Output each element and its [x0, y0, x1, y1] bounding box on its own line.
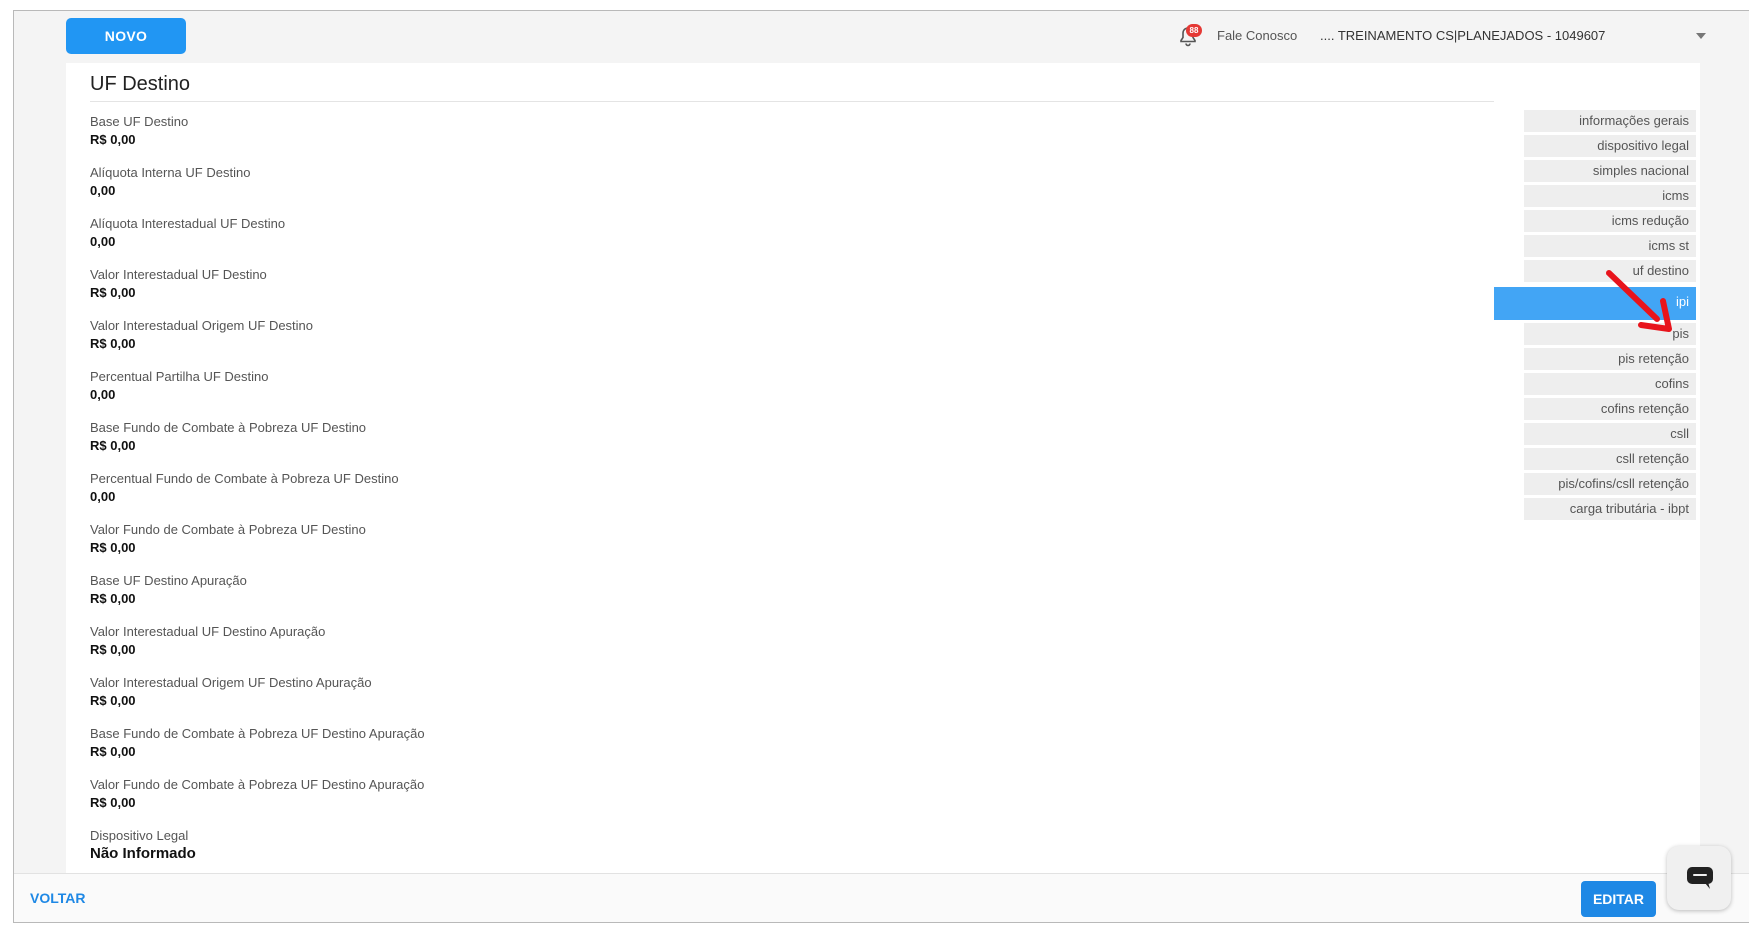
top-bar: NOVO 88 Fale Conosco .... TREINAMENTO CS…	[14, 11, 1749, 63]
field-value: R$ 0,00	[90, 540, 136, 555]
field-label: Base Fundo de Combate à Pobreza UF Desti…	[90, 420, 367, 435]
field-item: Valor Interestadual UF Destino Apuração R…	[90, 623, 425, 674]
field-label: Base UF Destino	[90, 114, 189, 129]
edit-button[interactable]: EDITAR	[1581, 881, 1656, 917]
field-label: Alíquota Interestadual UF Destino	[90, 216, 286, 231]
field-label: Dispositivo Legal	[90, 828, 189, 843]
field-label: Valor Interestadual Origem UF Destino	[90, 318, 314, 333]
field-item: Percentual Fundo de Combate à Pobreza UF…	[90, 470, 425, 521]
divider	[90, 101, 1494, 102]
field-item: Base Fundo de Combate à Pobreza UF Desti…	[90, 725, 425, 776]
field-label: Valor Interestadual UF Destino	[90, 267, 267, 282]
field-value: Não Informado	[90, 845, 196, 862]
field-label: Valor Interestadual Origem UF Destino Ap…	[90, 675, 372, 690]
field-item: Valor Fundo de Combate à Pobreza UF Dest…	[90, 776, 425, 827]
field-item: Valor Interestadual Origem UF Destino R$ …	[90, 317, 425, 368]
field-label: Base UF Destino Apuração	[90, 573, 247, 588]
field-item: Percentual Partilha UF Destino 0,00	[90, 368, 425, 419]
field-list: Base UF Destino R$ 0,00 Alíquota Interna U…	[90, 113, 425, 878]
nav-item-icms-redu-o[interactable]: icms redução	[1524, 210, 1696, 235]
field-item: Valor Fundo de Combate à Pobreza UF Dest…	[90, 521, 425, 572]
field-value: R$ 0,00	[90, 642, 136, 657]
field-value: R$ 0,00	[90, 795, 136, 810]
field-value: R$ 0,00	[90, 132, 136, 147]
chevron-down-icon[interactable]	[1696, 33, 1706, 39]
field-label: Percentual Fundo de Combate à Pobreza UF…	[90, 471, 399, 486]
field-item: Valor Interestadual UF Destino R$ 0,00	[90, 266, 425, 317]
field-item: Valor Interestadual Origem UF Destino Ap…	[90, 674, 425, 725]
footer-bar: VOLTAR EDITAR	[14, 873, 1749, 922]
field-value: 0,00	[90, 387, 116, 402]
contact-link[interactable]: Fale Conosco	[1217, 28, 1297, 43]
app-window: NOVO 88 Fale Conosco .... TREINAMENTO CS…	[13, 10, 1749, 923]
field-item: Alíquota Interna UF Destino 0,00	[90, 164, 425, 215]
nav-item-cofins-reten-o[interactable]: cofins retenção	[1524, 398, 1696, 423]
nav-item-csll[interactable]: csll	[1524, 423, 1696, 448]
field-value: R$ 0,00	[90, 285, 136, 300]
nav-item-carga-tribut-ria-ibpt[interactable]: carga tributária - ibpt	[1524, 498, 1696, 523]
detail-panel: UF Destino Base UF Destino R$ 0,00 Alíquot…	[66, 63, 1700, 883]
nav-item-pis-reten-o[interactable]: pis retenção	[1524, 348, 1696, 373]
nav-item-simples-nacional[interactable]: simples nacional	[1524, 160, 1696, 185]
field-label: Base Fundo de Combate à Pobreza UF Desti…	[90, 726, 425, 741]
nav-item-icms-st[interactable]: icms st	[1524, 235, 1696, 260]
chat-icon	[1687, 867, 1713, 889]
field-label: Valor Interestadual UF Destino Apuração	[90, 624, 326, 639]
back-button[interactable]: VOLTAR	[30, 890, 85, 906]
nav-item-cofins[interactable]: cofins	[1524, 373, 1696, 398]
field-item: Alíquota Interestadual UF Destino 0,00	[90, 215, 425, 266]
field-label: Percentual Partilha UF Destino	[90, 369, 269, 384]
field-label: Valor Fundo de Combate à Pobreza UF Dest…	[90, 777, 425, 792]
notification-badge: 88	[1186, 24, 1202, 37]
nav-item-pis-cofins-csll-reten-o[interactable]: pis/cofins/csll retenção	[1524, 473, 1696, 498]
field-label: Alíquota Interna UF Destino	[90, 165, 251, 180]
field-value: R$ 0,00	[90, 693, 136, 708]
field-value: 0,00	[90, 234, 116, 249]
field-value: R$ 0,00	[90, 336, 136, 351]
new-button[interactable]: NOVO	[66, 18, 186, 54]
chat-button[interactable]	[1667, 846, 1731, 910]
field-item: Base UF Destino Apuração R$ 0,00	[90, 572, 425, 623]
nav-item-csll-reten-o[interactable]: csll retenção	[1524, 448, 1696, 473]
field-item: Base Fundo de Combate à Pobreza UF Desti…	[90, 419, 425, 470]
nav-item-icms[interactable]: icms	[1524, 185, 1696, 210]
section-title: UF Destino	[90, 73, 191, 95]
field-value: 0,00	[90, 489, 116, 504]
field-label: Valor Fundo de Combate à Pobreza UF Dest…	[90, 522, 366, 537]
nav-item-dispositivo-legal[interactable]: dispositivo legal	[1524, 135, 1696, 160]
field-value: R$ 0,00	[90, 438, 136, 453]
field-value: R$ 0,00	[90, 744, 136, 759]
account-selector[interactable]: .... TREINAMENTO CS|PLANEJADOS - 1049607	[1320, 28, 1605, 43]
field-item: Dispositivo Legal Não Informado	[90, 827, 425, 878]
nav-item-informa-es-gerais[interactable]: informações gerais	[1524, 110, 1696, 135]
red-arrow-annotation	[1606, 270, 1672, 332]
field-value: R$ 0,00	[90, 591, 136, 606]
field-value: 0,00	[90, 183, 116, 198]
field-item: Base UF Destino R$ 0,00	[90, 113, 425, 164]
